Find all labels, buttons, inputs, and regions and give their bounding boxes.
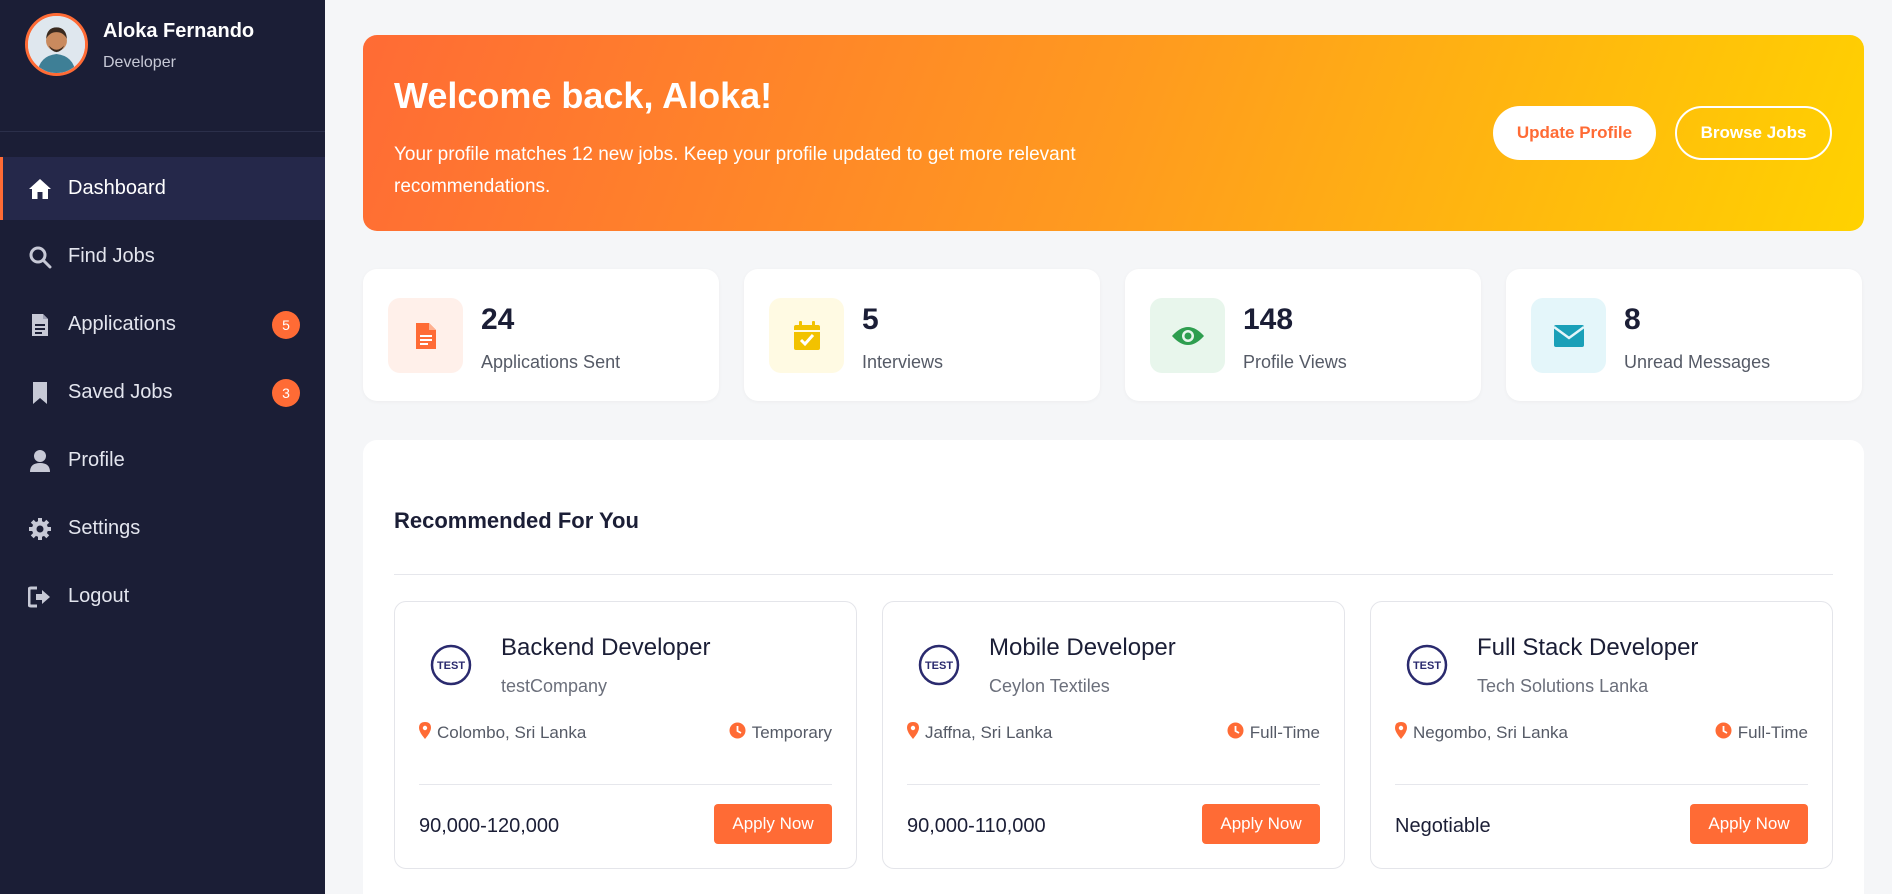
avatar-image	[28, 16, 85, 73]
job-company: testCompany	[501, 676, 608, 696]
user-role: Developer	[103, 54, 176, 71]
sidebar-item-label: Settings	[68, 517, 141, 539]
location-pin-icon	[1395, 722, 1407, 744]
job-type-text: Temporary	[751, 723, 832, 742]
clock-icon	[729, 722, 746, 744]
sidebar-nav: Dashboard Find Jobs Applications 5 Saved…	[0, 157, 325, 633]
recommended-panel: Recommended For You TEST Backend Develop…	[363, 440, 1864, 894]
job-company: Tech Solutions Lanka	[1477, 676, 1649, 696]
location-pin-icon	[419, 722, 431, 744]
sidebar-item-label: Logout	[68, 585, 130, 607]
apply-now-button[interactable]: Apply Now	[714, 804, 832, 844]
envelope-icon	[1531, 298, 1606, 373]
job-title[interactable]: Backend Developer	[501, 634, 710, 662]
welcome-banner: Welcome back, Aloka! Your profile matche…	[363, 35, 1864, 231]
welcome-title: Welcome back, Aloka!	[394, 75, 773, 116]
clock-icon	[1227, 722, 1244, 744]
sidebar-item-profile[interactable]: Profile	[0, 429, 325, 492]
company-logo: TEST	[1406, 644, 1448, 686]
job-salary: 90,000-120,000	[419, 815, 560, 837]
sidebar-item-applications[interactable]: Applications 5	[0, 293, 325, 356]
job-location-text: Colombo, Sri Lanka	[437, 723, 587, 742]
divider	[907, 784, 1320, 785]
job-type: Temporary	[729, 722, 832, 744]
company-logo: TEST	[918, 644, 960, 686]
stat-value: 8	[1624, 303, 1641, 336]
job-card[interactable]: TEST Mobile Developer Ceylon Textiles Ja…	[882, 601, 1345, 869]
sidebar-item-settings[interactable]: Settings	[0, 497, 325, 560]
calendar-check-icon	[769, 298, 844, 373]
job-location: Negombo, Sri Lanka	[1395, 722, 1568, 744]
stat-label: Interviews	[862, 352, 944, 372]
document-icon	[388, 298, 463, 373]
document-icon	[27, 312, 53, 338]
divider	[1395, 784, 1808, 785]
job-card[interactable]: TEST Backend Developer testCompany Colom…	[394, 601, 857, 869]
home-icon	[27, 176, 53, 202]
job-location: Jaffna, Sri Lanka	[907, 722, 1052, 744]
job-location-text: Negombo, Sri Lanka	[1413, 723, 1568, 742]
job-type-text: Full-Time	[1249, 723, 1320, 742]
job-type: Full-Time	[1715, 722, 1808, 744]
gear-icon	[27, 516, 53, 542]
eye-icon	[1150, 298, 1225, 373]
company-logo-text: TEST	[925, 660, 953, 672]
job-company: Ceylon Textiles	[989, 676, 1110, 696]
company-logo-text: TEST	[437, 660, 465, 672]
applications-count-badge: 5	[272, 310, 300, 339]
apply-now-button[interactable]: Apply Now	[1202, 804, 1320, 844]
job-card[interactable]: TEST Full Stack Developer Tech Solutions…	[1370, 601, 1833, 869]
sidebar-item-find-jobs[interactable]: Find Jobs	[0, 225, 325, 288]
logout-icon	[27, 584, 53, 610]
update-profile-button[interactable]: Update Profile	[1493, 106, 1656, 160]
company-logo-text: TEST	[1413, 660, 1441, 672]
clock-icon	[1715, 722, 1732, 744]
stat-value: 24	[481, 303, 515, 336]
stat-label: Applications Sent	[481, 352, 621, 372]
browse-jobs-button[interactable]: Browse Jobs	[1675, 106, 1832, 160]
job-salary: 90,000-110,000	[907, 815, 1046, 837]
sidebar-item-label: Saved Jobs	[68, 381, 173, 403]
job-title[interactable]: Full Stack Developer	[1477, 634, 1698, 662]
user-icon	[27, 448, 53, 474]
location-pin-icon	[907, 722, 919, 744]
stat-value: 5	[862, 303, 879, 336]
job-location: Colombo, Sri Lanka	[419, 722, 586, 744]
user-block: Aloka Fernando Developer	[0, 0, 325, 132]
job-type: Full-Time	[1227, 722, 1320, 744]
sidebar-item-label: Profile	[68, 449, 125, 471]
sidebar-item-logout[interactable]: Logout	[0, 565, 325, 628]
user-name: Aloka Fernando	[103, 20, 255, 42]
stat-label: Profile Views	[1243, 352, 1347, 372]
search-icon	[27, 244, 53, 270]
stat-card-profile-views: 148 Profile Views	[1125, 269, 1481, 401]
stat-label: Unread Messages	[1624, 352, 1771, 372]
stat-card-interviews: 5 Interviews	[744, 269, 1100, 401]
saved-jobs-count-badge: 3	[272, 378, 300, 407]
avatar[interactable]	[25, 13, 88, 76]
divider	[419, 784, 832, 785]
stat-card-messages: 8 Unread Messages	[1506, 269, 1862, 401]
sidebar-item-label: Dashboard	[68, 177, 166, 199]
welcome-subtitle: Your profile matches 12 new jobs. Keep y…	[394, 144, 1076, 197]
section-title: Recommended For You	[394, 508, 639, 533]
bookmark-icon	[27, 380, 53, 406]
job-location-text: Jaffna, Sri Lanka	[925, 723, 1053, 742]
divider	[394, 574, 1833, 575]
sidebar-item-dashboard[interactable]: Dashboard	[0, 157, 325, 220]
sidebar-item-saved-jobs[interactable]: Saved Jobs 3	[0, 361, 325, 424]
apply-now-button[interactable]: Apply Now	[1690, 804, 1808, 844]
sidebar-item-label: Find Jobs	[68, 245, 155, 267]
job-salary: Negotiable	[1395, 815, 1491, 837]
stat-card-applications: 24 Applications Sent	[363, 269, 719, 401]
sidebar: Aloka Fernando Developer Dashboard Find …	[0, 0, 325, 894]
sidebar-item-label: Applications	[68, 313, 176, 335]
job-type-text: Full-Time	[1737, 723, 1808, 742]
stat-value: 148	[1243, 303, 1294, 336]
job-title[interactable]: Mobile Developer	[989, 634, 1176, 662]
company-logo: TEST	[430, 644, 472, 686]
